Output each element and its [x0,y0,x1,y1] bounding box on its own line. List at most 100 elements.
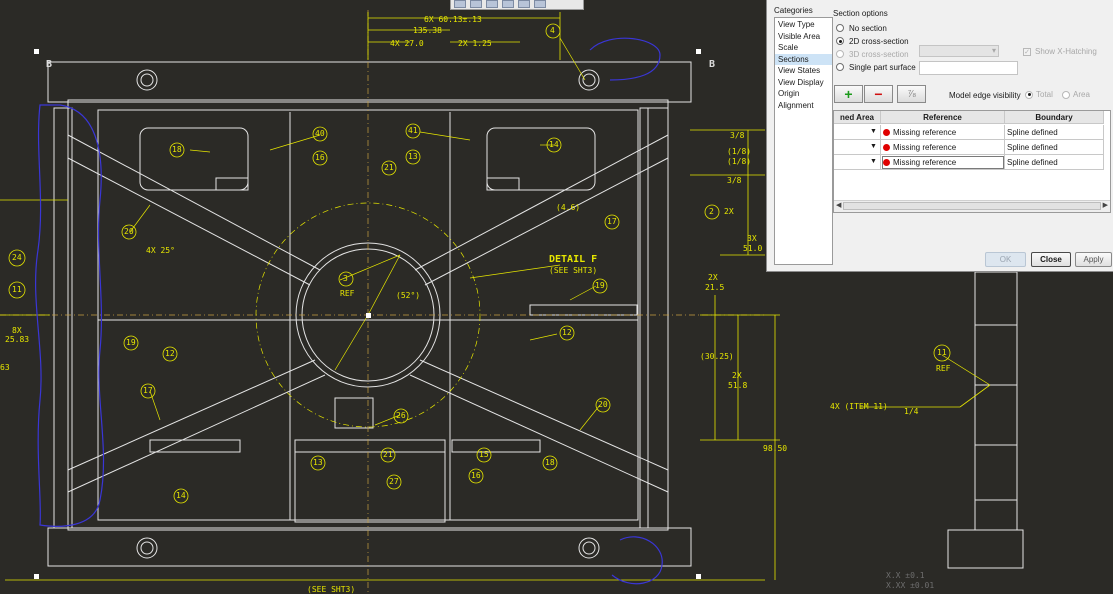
area-dropdown[interactable]: ▼ [834,155,881,170]
add-section-button[interactable]: + [834,85,863,103]
dim-4x27[interactable]: 4X 27.0 [390,40,424,48]
dim-left-sm[interactable]: 63 [0,364,10,372]
dim-top[interactable]: 6X 60.13±.13 [424,16,482,24]
balloon-label[interactable]: 26 [396,412,406,420]
balloon-label[interactable]: 14 [549,141,559,149]
category-view-display[interactable]: View Display [775,77,832,89]
balloon-label[interactable]: 17 [607,218,617,226]
no-section-option[interactable]: No section [836,22,887,34]
edge-total-option[interactable]: Total [1025,90,1053,99]
balloon-label[interactable]: 4 [550,27,555,35]
edge-total-radio[interactable] [1025,90,1033,99]
boundary-cell[interactable]: Spline defined [1005,140,1104,155]
balloon-label[interactable]: 14 [176,492,186,500]
dim-135[interactable]: 135.38 [413,27,442,35]
single-part-radio[interactable] [836,63,844,71]
category-scale[interactable]: Scale [775,42,832,54]
ok-button[interactable]: OK [985,252,1026,267]
table-row[interactable]: ▼ Missing reference Spline defined [834,125,1110,140]
single-part-option[interactable]: Single part surface [836,61,916,73]
balloon-label[interactable]: 27 [389,478,399,486]
cross-2d-option[interactable]: 2D cross-section [836,35,909,47]
frac-note[interactable]: 1/4 [904,408,918,416]
balloon-label[interactable]: 24 [12,254,22,262]
boundary-cell[interactable]: Spline defined [1005,155,1104,170]
edge-area-option[interactable]: Area [1062,90,1090,99]
no-section-radio[interactable] [836,24,844,32]
dim-9850[interactable]: 98.50 [763,445,787,453]
dim-2x-a[interactable]: 2X [708,274,718,282]
balloon-label[interactable]: 18 [172,146,182,154]
balloon-label[interactable]: 20 [598,401,608,409]
cross-3d-dropdown[interactable] [919,45,999,57]
detail-sub[interactable]: (SEE SHT3) [549,267,597,275]
reference-cell[interactable]: Missing reference [881,155,1005,170]
ref-3[interactable]: REF [340,290,354,298]
category-origin[interactable]: Origin [775,88,832,100]
chevron-down-icon[interactable]: ▼ [870,128,877,136]
reference-cell[interactable]: Missing reference [881,140,1005,155]
remove-section-button[interactable]: − [864,85,893,103]
balloon-label[interactable]: 13 [313,459,323,467]
category-view-type[interactable]: View Type [775,19,832,31]
balloon-label[interactable]: 13 [408,153,418,161]
dim-378[interactable]: 3/8 [730,132,744,140]
table-row[interactable]: ▼ Missing reference Spline defined [834,140,1110,155]
balloon-label[interactable]: 21 [384,164,394,172]
dim-3025[interactable]: (30.25) [700,353,734,361]
scroll-right-icon[interactable]: ▶ [1103,201,1108,211]
cross-2d-radio[interactable] [836,37,844,45]
dim-2x1[interactable]: 2X 1.25 [458,40,492,48]
drawing-view-dialog[interactable]: Categories View Type Visible Area Scale … [766,0,1113,272]
cross-3d-radio[interactable] [836,50,844,58]
balloon-label[interactable]: 19 [595,282,605,290]
sections-table[interactable]: ned Area Reference Boundary ▼ Missing re… [833,110,1111,213]
dim-3x[interactable]: 3X [747,235,757,243]
dim-4x25[interactable]: 4X 25° [146,247,175,255]
edge-area-radio[interactable] [1062,90,1070,99]
category-alignment[interactable]: Alignment [775,100,832,112]
dim-51[interactable]: 51.0 [743,245,762,253]
show-x-hatching-option[interactable]: ✓ Show X-Hatching [1023,47,1097,56]
balloon-label[interactable]: 16 [315,154,325,162]
properties-icon[interactable] [518,0,530,8]
dim-146[interactable]: (4.6) [556,204,580,212]
show-x-hatching-checkbox[interactable]: ✓ [1023,47,1031,56]
zoom-icon[interactable] [454,0,466,8]
mini-toolbar[interactable] [450,0,584,10]
balloon-label[interactable]: 16 [471,472,481,480]
scroll-thumb[interactable] [843,202,1101,210]
dim-1116-b[interactable]: (1/8) [727,158,751,166]
balloon-label[interactable]: 41 [408,127,418,135]
balloon-label[interactable]: 12 [562,329,572,337]
flip-section-button[interactable]: ⅞ [897,85,926,103]
chevron-down-icon[interactable]: ▼ [870,158,877,166]
area-dropdown[interactable]: ▼ [834,125,881,140]
dim-52[interactable]: (52°) [396,292,420,300]
ref-11[interactable]: REF [936,365,950,373]
balloon-label[interactable]: 21 [383,451,393,459]
single-part-field[interactable] [919,61,1018,75]
col-header-area[interactable]: ned Area [834,111,881,124]
area-dropdown[interactable]: ▼ [834,140,881,155]
categories-list[interactable]: View Type Visible Area Scale Sections Vi… [774,17,833,265]
chevron-down-icon[interactable]: ▼ [870,143,877,151]
dim-518[interactable]: 51.8 [728,382,747,390]
item11-note[interactable]: 4X (ITEM 11) [830,403,888,411]
col-header-boundary[interactable]: Boundary [1005,111,1104,124]
balloon-label[interactable]: 19 [126,339,136,347]
frame-icon[interactable] [486,0,498,8]
scroll-left-icon[interactable]: ◀ [836,201,841,211]
dim-2583[interactable]: 25.83 [5,336,29,344]
display-icon[interactable] [534,0,546,8]
category-view-states[interactable]: View States [775,65,832,77]
table-row[interactable]: ▼ Missing reference Spline defined [834,155,1110,170]
dim-378-b[interactable]: 3/8 [727,177,741,185]
dim-215[interactable]: 21.5 [705,284,724,292]
balloon-label[interactable]: 3 [343,275,348,283]
dim-1116-a[interactable]: (1/8) [727,148,751,156]
balloon-label[interactable]: 15 [479,451,489,459]
apply-button[interactable]: Apply [1075,252,1112,267]
table-horizontal-scrollbar[interactable]: ◀ ▶ [834,200,1110,212]
category-sections[interactable]: Sections [775,53,832,65]
